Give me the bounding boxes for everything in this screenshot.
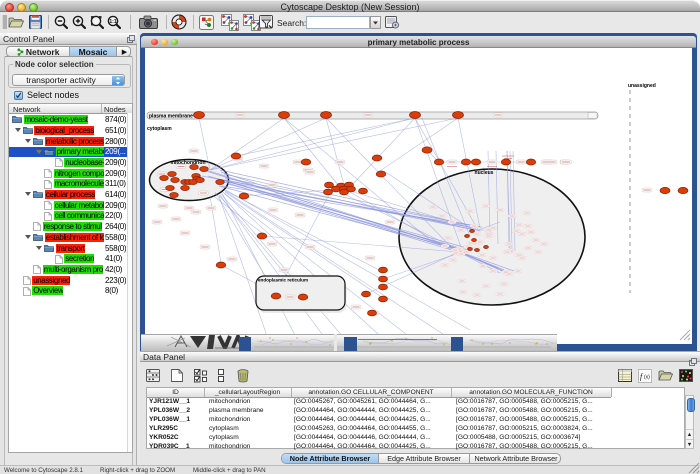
svg-text:endoplasmic reticulum: endoplasmic reticulum: [258, 278, 308, 283]
svg-text:plasma membrane: plasma membrane: [149, 114, 193, 120]
svg-text:(x): (x): [644, 375, 650, 381]
svg-text:cytoplasm: cytoplasm: [147, 126, 172, 132]
svg-text:mitochondrion: mitochondrion: [171, 160, 206, 166]
svg-text:unassigned: unassigned: [628, 83, 656, 89]
svg-text:nucleus: nucleus: [475, 170, 494, 176]
